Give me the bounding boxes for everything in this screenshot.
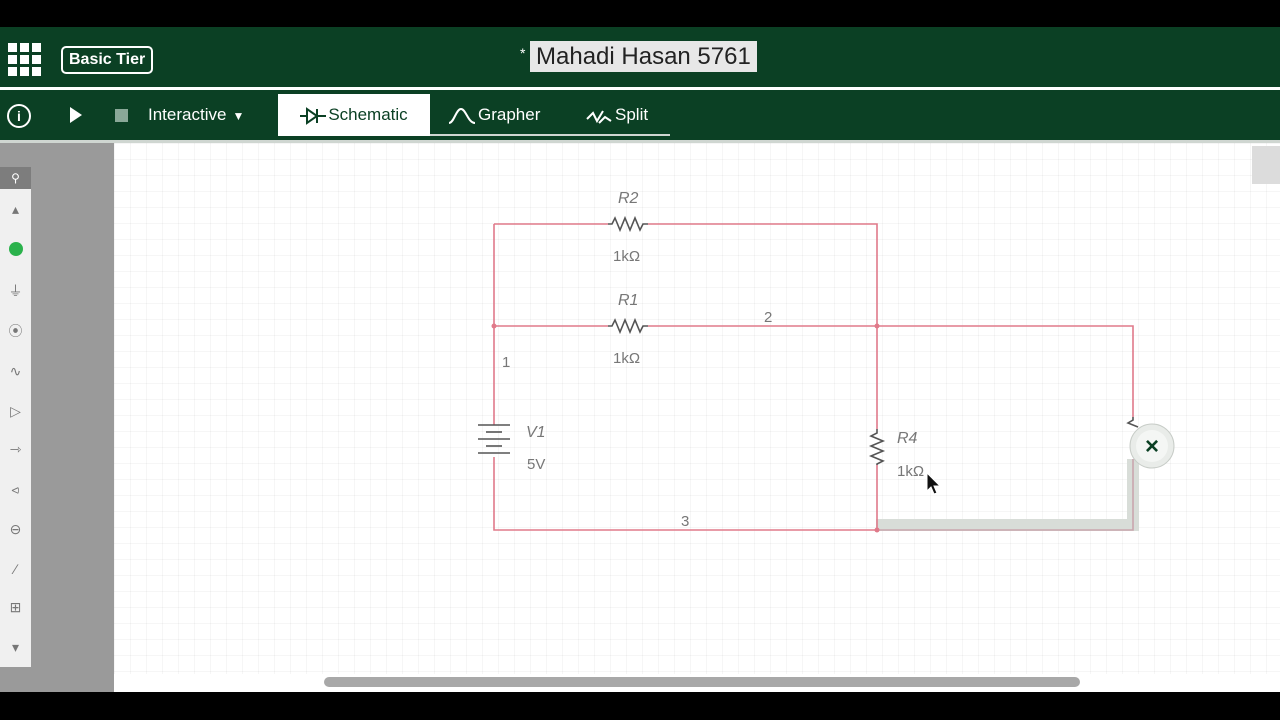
resistor-r1[interactable]: R1 1kΩ bbox=[608, 292, 648, 367]
mouse-cursor-icon bbox=[926, 471, 942, 495]
wires bbox=[493, 223, 1134, 531]
resistor-r4[interactable]: R4 1kΩ bbox=[868, 429, 924, 480]
node-label-2: 2 bbox=[764, 309, 772, 326]
resistor-icon bbox=[868, 429, 886, 465]
wire[interactable] bbox=[648, 223, 878, 326]
resistor-r3-partial bbox=[1126, 417, 1139, 428]
battery-v1[interactable]: V1 5V bbox=[478, 424, 546, 473]
junction-dot bbox=[491, 323, 497, 329]
r2-value: 1kΩ bbox=[613, 248, 640, 265]
horizontal-scrollbar[interactable] bbox=[114, 674, 1280, 692]
resistor-r2[interactable]: R2 1kΩ bbox=[608, 190, 648, 265]
resistor-icon bbox=[608, 317, 648, 335]
resistor-icon bbox=[608, 215, 648, 233]
schematic-drawing: R2 1kΩ R1 1kΩ R4 1kΩ V1 5V 1 2 3 × bbox=[478, 190, 1175, 533]
delete-wire-button[interactable]: × bbox=[1129, 423, 1175, 469]
r2-label: R2 bbox=[618, 190, 639, 207]
r1-label: R1 bbox=[618, 292, 638, 309]
node-label-1: 1 bbox=[502, 354, 510, 371]
app-window: Basic Tier * Mahadi Hasan 5761 i Interac… bbox=[0, 27, 1280, 692]
junction-dot bbox=[874, 527, 880, 533]
r4-value: 1kΩ bbox=[897, 463, 924, 480]
wire[interactable] bbox=[877, 325, 1134, 417]
node-label-3: 3 bbox=[681, 513, 689, 530]
junction-dot bbox=[874, 323, 880, 329]
r4-label: R4 bbox=[897, 430, 918, 447]
scrollbar-thumb[interactable] bbox=[324, 677, 1080, 687]
r1-value: 1kΩ bbox=[613, 350, 640, 367]
v1-value: 5V bbox=[527, 456, 545, 473]
close-icon: × bbox=[1145, 433, 1159, 460]
v1-label: V1 bbox=[526, 424, 546, 441]
